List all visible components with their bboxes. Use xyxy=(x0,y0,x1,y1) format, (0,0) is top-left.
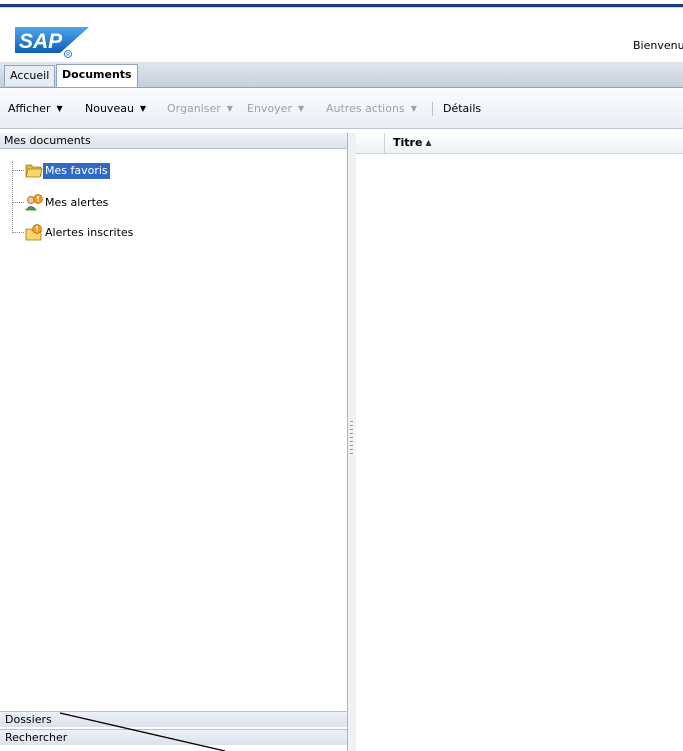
panel-title: Mes documents xyxy=(0,133,347,149)
tree-item-label: Mes alertes xyxy=(45,196,109,209)
tab-bar: Accueil Documents xyxy=(0,62,683,88)
left-navigation-panel: Mes documents Mes favoris Mes alertes Al… xyxy=(0,133,348,751)
column-header-titre[interactable]: Titre ▲ xyxy=(393,136,432,149)
organiser-label: Organiser xyxy=(167,102,221,115)
autres-actions-label: Autres actions xyxy=(326,102,405,115)
svg-text:SAP: SAP xyxy=(19,30,63,53)
toolbar-separator xyxy=(432,102,433,116)
document-list-panel: Titre ▲ xyxy=(356,133,683,751)
accordion-rechercher[interactable]: Rechercher xyxy=(0,729,347,745)
tab-accueil[interactable]: Accueil xyxy=(4,65,56,86)
autres-actions-menu[interactable]: Autres actions ▼ xyxy=(326,102,417,115)
splitter-grip-icon[interactable] xyxy=(350,421,353,457)
triangle-down-icon: ▼ xyxy=(297,104,305,113)
grid-header: Titre ▲ xyxy=(356,133,683,154)
triangle-down-icon: ▼ xyxy=(56,104,63,113)
nouveau-menu[interactable]: Nouveau ▼ xyxy=(85,102,146,115)
tree-item-label: Alertes inscrites xyxy=(45,226,134,239)
organiser-menu[interactable]: Organiser ▼ xyxy=(167,102,233,115)
folder-open-icon xyxy=(25,164,43,178)
document-tree: Mes favoris Mes alertes Alertes inscrite… xyxy=(0,149,347,269)
sort-ascending-icon: ▲ xyxy=(425,138,432,147)
tree-item-label: Mes favoris xyxy=(43,163,110,179)
triangle-down-icon: ▼ xyxy=(226,104,233,113)
accordion-dossiers[interactable]: Dossiers xyxy=(0,711,347,727)
envoyer-menu[interactable]: Envoyer ▼ xyxy=(247,102,304,115)
select-column-header[interactable] xyxy=(356,133,385,153)
svg-text:R: R xyxy=(66,52,70,58)
column-title-label: Titre xyxy=(393,136,423,149)
triangle-down-icon: ▼ xyxy=(410,104,417,113)
nouveau-label: Nouveau xyxy=(85,102,134,115)
toolbar: Afficher ▼ Nouveau ▼ Organiser ▼ Envoyer ▼ A… xyxy=(0,88,683,129)
details-button[interactable]: Détails xyxy=(443,102,481,115)
afficher-menu[interactable]: Afficher ▼ xyxy=(8,102,63,115)
tree-connector xyxy=(12,161,13,231)
sap-logo: SAP R xyxy=(15,27,89,58)
afficher-label: Afficher xyxy=(8,102,51,115)
app-header: SAP R Bienvenu xyxy=(0,8,683,62)
triangle-down-icon: ▼ xyxy=(139,104,147,113)
user-alert-icon xyxy=(25,194,43,211)
top-accent-bar xyxy=(0,0,683,8)
welcome-text: Bienvenu xyxy=(633,39,683,52)
tab-documents[interactable]: Documents xyxy=(56,64,138,87)
envoyer-label: Envoyer xyxy=(247,102,292,115)
folder-alert-icon xyxy=(25,224,42,241)
